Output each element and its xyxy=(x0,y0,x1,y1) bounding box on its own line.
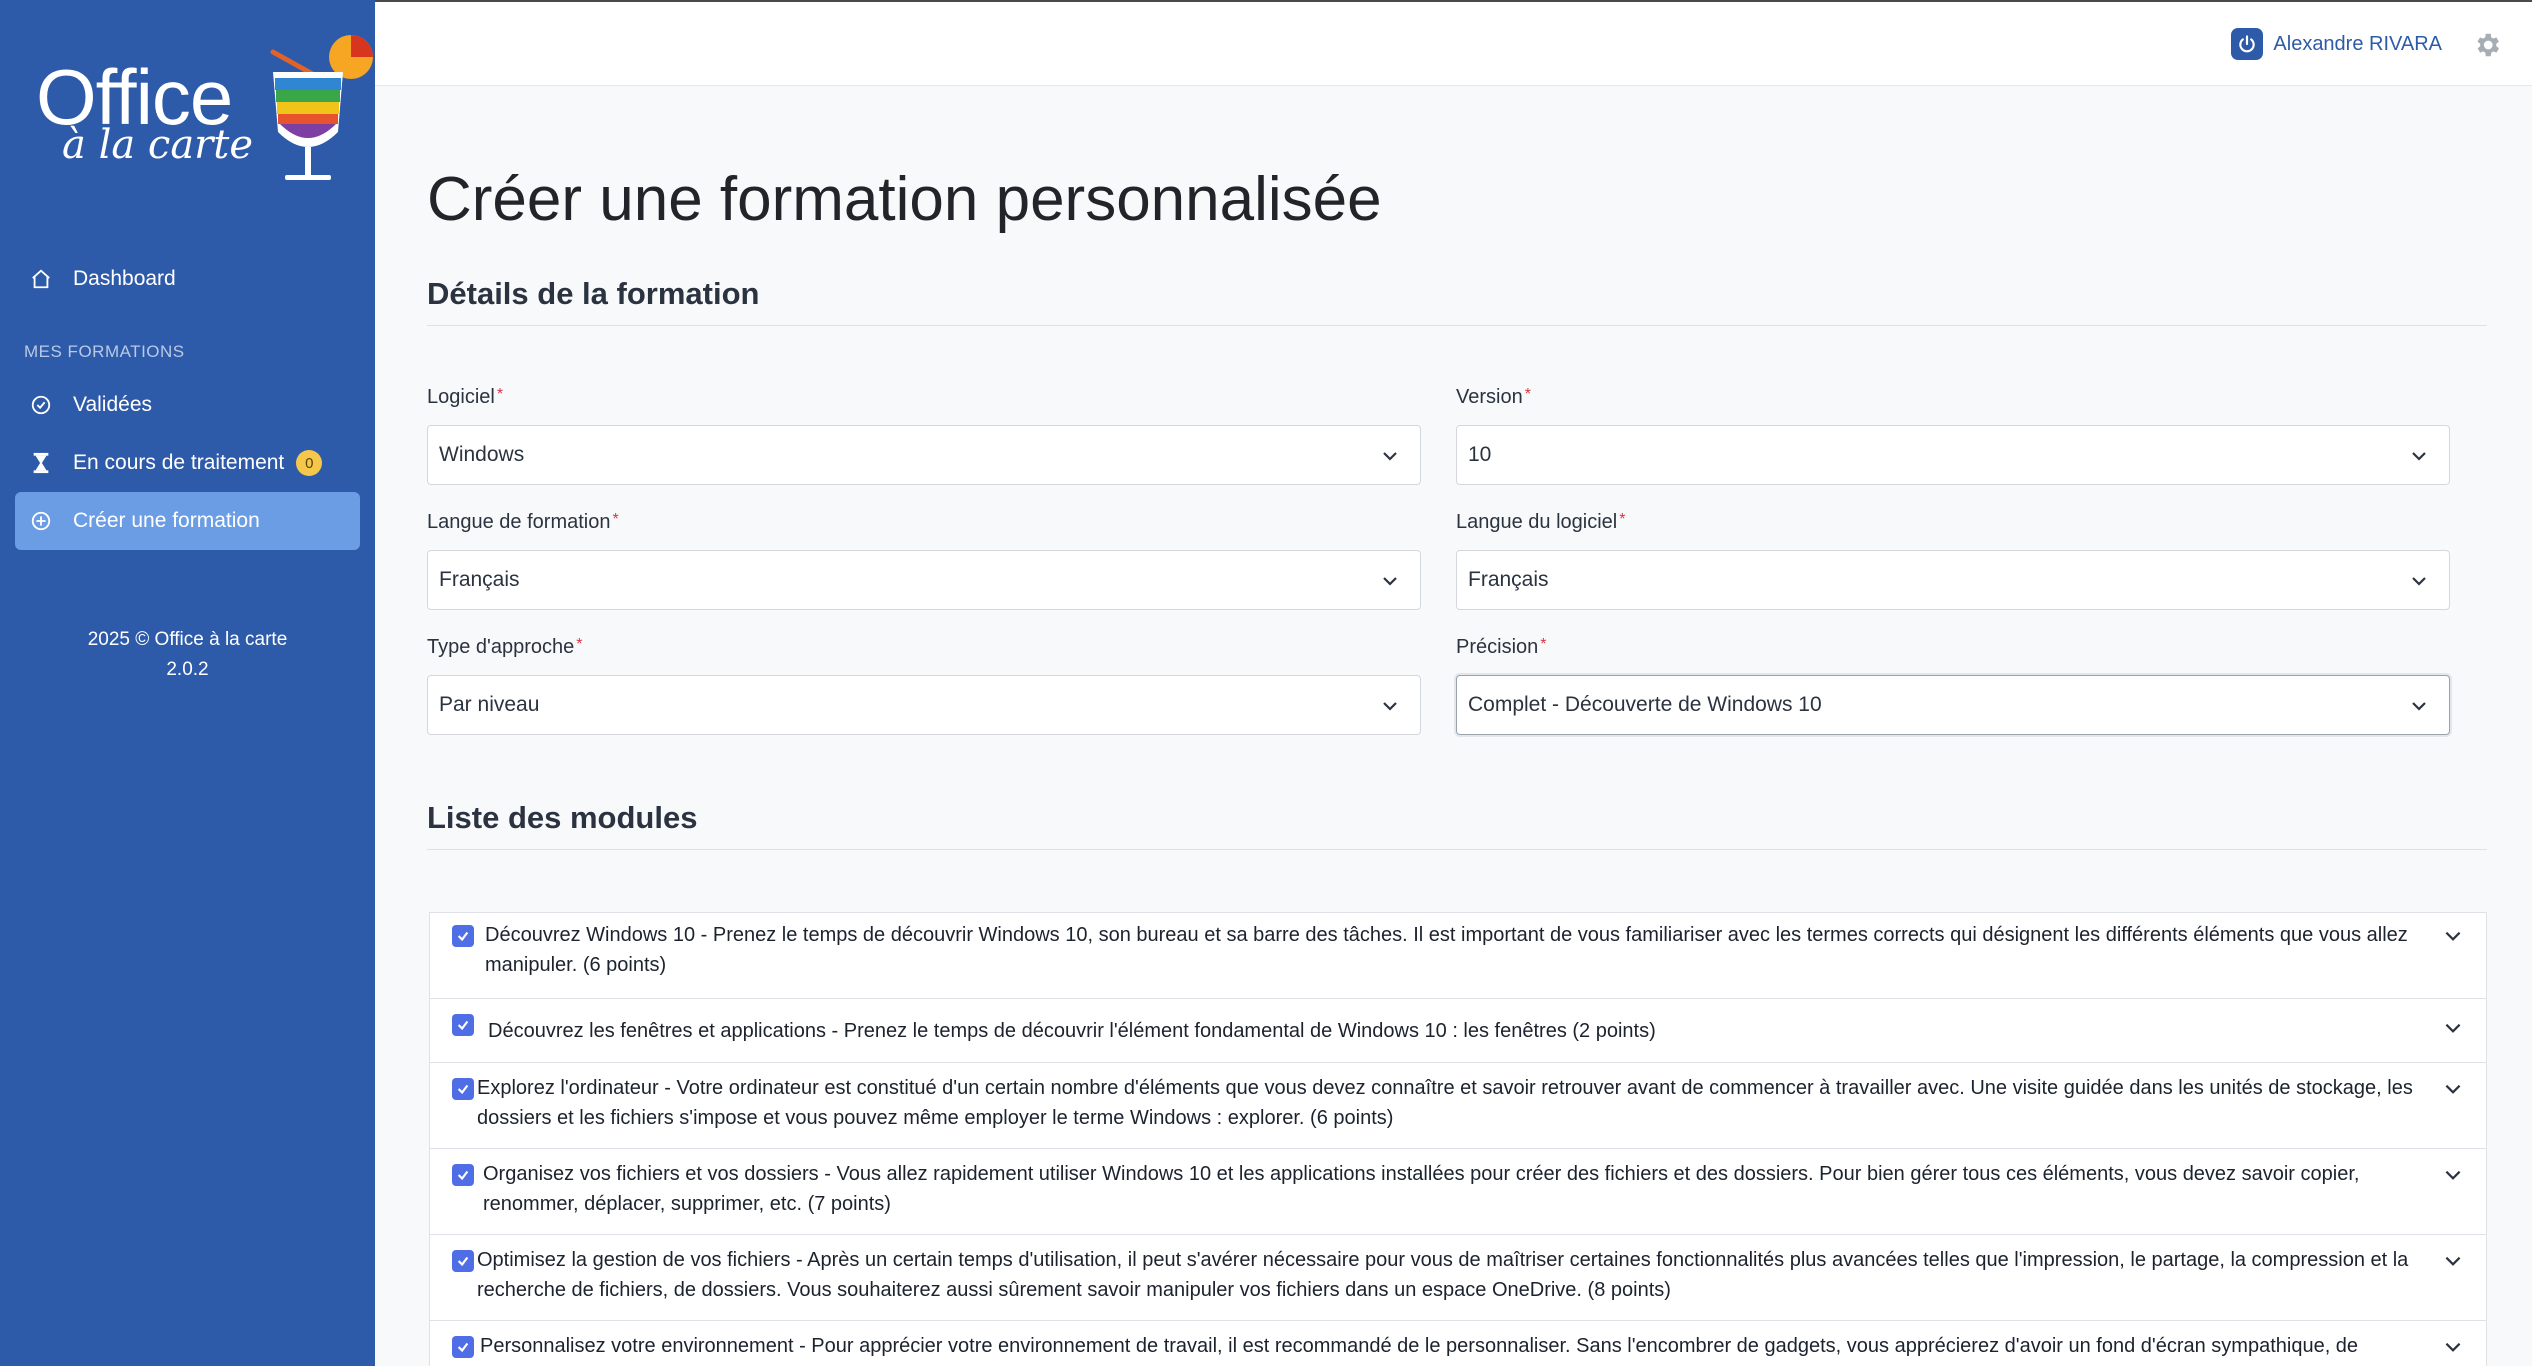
divider xyxy=(427,849,2487,850)
divider xyxy=(427,325,2487,326)
copyright-text: 2025 © Office à la carte xyxy=(87,629,288,650)
chevron-down-icon[interactable] xyxy=(2442,925,2464,947)
module-text: Personnalisez votre environnement - Pour… xyxy=(480,1335,2359,1357)
chevron-down-icon[interactable] xyxy=(2442,1164,2464,1186)
user-menu[interactable]: Alexandre RIVARA xyxy=(2231,28,2442,60)
chevron-down-icon xyxy=(2412,452,2426,461)
cocktail-glass-icon xyxy=(270,35,373,180)
sidebar-item-label: En cours de traitement xyxy=(73,451,285,474)
logo-carte-text: à la carte xyxy=(62,122,254,168)
chevron-down-icon xyxy=(2412,702,2426,711)
langue-formation-value: Français xyxy=(439,568,520,591)
page-title: Créer une formation personnalisée xyxy=(427,165,1382,234)
module-item: Optimisez la gestion de vos fichiers - A… xyxy=(430,1235,2486,1321)
modules-list: Découvrez Windows 10 - Prenez le temps d… xyxy=(429,912,2487,1366)
module-item: Personnalisez votre environnement - Pour… xyxy=(430,1321,2486,1366)
home-icon xyxy=(29,267,53,291)
sidebar-item-label: Validées xyxy=(73,393,152,416)
app-logo[interactable]: Office à la carte xyxy=(28,22,373,187)
langue-logiciel-label: Langue du logiciel * xyxy=(1456,511,1626,533)
sidebar-footer: 2025 © Office à la carte 2.0.2 xyxy=(0,625,375,685)
langue-formation-label: Langue de formation * xyxy=(427,511,619,533)
power-icon[interactable] xyxy=(2231,28,2264,60)
version-select[interactable]: 10 xyxy=(1456,425,2450,485)
module-text: Découvrez Windows 10 - Prenez le temps d… xyxy=(485,924,2408,976)
version-text: 2.0.2 xyxy=(166,659,209,680)
hourglass-icon xyxy=(29,451,53,475)
sidebar: Office à la carte Dashboard MES FORMATIO… xyxy=(0,0,375,1366)
sidebar-item-creer-formation[interactable]: Créer une formation xyxy=(15,492,360,550)
details-section-title: Détails de la formation xyxy=(427,276,760,311)
module-text: Organisez vos fichiers et vos dossiers -… xyxy=(483,1163,2360,1215)
module-item: Découvrez Windows 10 - Prenez le temps d… xyxy=(430,913,2486,999)
plus-circle-icon xyxy=(29,509,53,533)
chevron-down-icon xyxy=(2412,577,2426,586)
langue-logiciel-select[interactable]: Français xyxy=(1456,550,2450,610)
module-checkbox[interactable] xyxy=(452,1014,474,1036)
chevron-down-icon xyxy=(1383,702,1397,711)
langue-logiciel-value: Français xyxy=(1468,568,1549,591)
module-item: Découvrez les fenêtres et applications -… xyxy=(430,999,2486,1063)
gear-icon[interactable] xyxy=(2472,30,2502,60)
type-approche-value: Par niveau xyxy=(439,693,540,716)
chevron-down-icon[interactable] xyxy=(2442,1250,2464,1272)
module-checkbox[interactable] xyxy=(452,925,474,947)
top-bar: Alexandre RIVARA xyxy=(375,0,2532,86)
sidebar-item-validees[interactable]: Validées xyxy=(15,376,360,434)
precision-label: Précision * xyxy=(1456,636,1547,658)
logiciel-label: Logiciel * xyxy=(427,386,504,408)
module-text: Découvrez les fenêtres et applications -… xyxy=(488,1020,1656,1042)
sidebar-item-en-cours[interactable]: En cours de traitement 0 xyxy=(15,434,360,492)
module-item: Organisez vos fichiers et vos dossiers -… xyxy=(430,1149,2486,1235)
pending-count-badge: 0 xyxy=(296,450,323,476)
version-label: Version * xyxy=(1456,386,1531,408)
module-item: Explorez l'ordinateur - Votre ordinateur… xyxy=(430,1063,2486,1149)
chevron-down-icon[interactable] xyxy=(2442,1017,2464,1039)
langue-formation-select[interactable]: Français xyxy=(427,550,1421,610)
module-text: Explorez l'ordinateur - Votre ordinateur… xyxy=(477,1077,2413,1129)
sidebar-item-label: Dashboard xyxy=(73,267,176,290)
precision-select[interactable]: Complet - Découverte de Windows 10 xyxy=(1456,675,2450,735)
sidebar-item-label: Créer une formation xyxy=(73,509,260,532)
version-value: 10 xyxy=(1468,443,1492,466)
chevron-down-icon[interactable] xyxy=(2442,1078,2464,1100)
module-text: Optimisez la gestion de vos fichiers - A… xyxy=(477,1249,2409,1301)
user-name: Alexandre RIVARA xyxy=(2273,32,2442,55)
chevron-down-icon xyxy=(1383,452,1397,461)
module-checkbox[interactable] xyxy=(452,1336,474,1358)
type-approche-select[interactable]: Par niveau xyxy=(427,675,1421,735)
precision-value: Complet - Découverte de Windows 10 xyxy=(1468,693,1822,716)
type-approche-label: Type d'approche * xyxy=(427,636,583,658)
logiciel-select[interactable]: Windows xyxy=(427,425,1421,485)
module-checkbox[interactable] xyxy=(452,1078,474,1100)
check-circle-icon xyxy=(29,393,53,417)
sidebar-item-dashboard[interactable]: Dashboard xyxy=(15,250,360,308)
module-checkbox[interactable] xyxy=(452,1164,474,1186)
sidebar-section-label: MES FORMATIONS xyxy=(24,342,185,361)
chevron-down-icon xyxy=(1383,577,1397,586)
chevron-down-icon[interactable] xyxy=(2442,1336,2464,1358)
logiciel-value: Windows xyxy=(439,443,525,466)
module-checkbox[interactable] xyxy=(452,1250,474,1272)
modules-section-title: Liste des modules xyxy=(427,800,698,835)
